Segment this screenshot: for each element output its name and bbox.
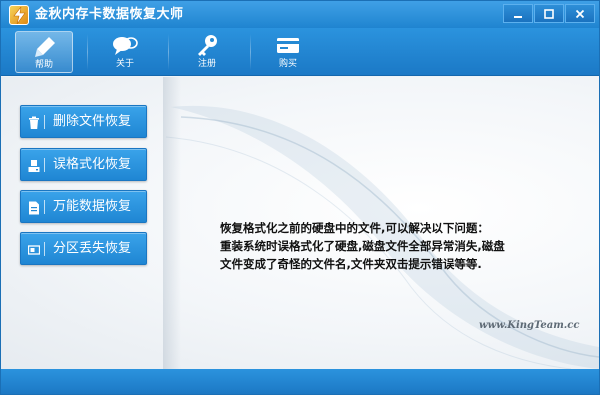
pen-brush-icon [32, 35, 58, 59]
description-text: 恢复格式化之前的硬盘中的文件,可以解决以下问题： 重装系统时误格式化了硬盘,磁盘… [220, 219, 555, 273]
sidebar-divider [163, 77, 181, 369]
button-separator [44, 115, 45, 129]
partition-recovery-label: 分区丢失恢复 [53, 241, 132, 256]
delete-recovery-label: 删除文件恢复 [53, 114, 132, 129]
toolbar-about-label: 关于 [115, 59, 134, 69]
toolbar-register-label: 注册 [197, 59, 216, 69]
toolbar: 帮助 关于 注册 购买 [1, 28, 599, 76]
toolbar-help-button[interactable]: 帮助 [15, 31, 73, 73]
description-line: 重装系统时误格式化了硬盘,磁盘文件全部异常消失,磁盘 [220, 239, 505, 253]
document-icon [28, 200, 40, 215]
format-recovery-button[interactable]: 误格式化恢复 [20, 148, 147, 181]
description-line: 恢复格式化之前的硬盘中的文件,可以解决以下问题： [220, 221, 489, 235]
toolbar-separator [87, 34, 88, 70]
partition-recovery-button[interactable]: 分区丢失恢复 [20, 232, 147, 265]
toolbar-about-button[interactable]: 关于 [96, 31, 154, 73]
app-logo-icon [9, 5, 29, 25]
main-panel: 删除文件恢复 误格式化恢复 万能数据恢复 分区丢失恢复 恢复格式化之前的硬盘中的… [1, 77, 599, 369]
maximize-button[interactable] [534, 4, 564, 23]
minimize-button[interactable] [503, 4, 533, 23]
close-button[interactable] [565, 4, 595, 23]
trash-icon [28, 115, 40, 129]
maximize-icon [544, 4, 554, 23]
button-separator [44, 158, 45, 172]
window-title: 金秋内存卡数据恢复大师 [35, 7, 184, 22]
toolbar-separator [250, 34, 251, 70]
toolbar-buy-button[interactable]: 购买 [259, 31, 317, 73]
toolbar-register-button[interactable]: 注册 [178, 31, 236, 73]
chat-bubbles-icon [112, 34, 138, 58]
toolbar-buy-label: 购买 [278, 59, 297, 69]
format-recovery-label: 误格式化恢复 [53, 157, 132, 172]
app-window: 金秋内存卡数据恢复大师 帮助 关于 注册 购买 删除文件恢复 误格式化恢复 万能… [0, 0, 600, 395]
button-separator [44, 200, 45, 214]
delete-recovery-button[interactable]: 删除文件恢复 [20, 105, 147, 138]
toolbar-separator [168, 34, 169, 70]
universal-recovery-button[interactable]: 万能数据恢复 [20, 190, 147, 223]
card-icon [275, 34, 301, 58]
partition-icon [27, 242, 41, 256]
window-controls [502, 4, 595, 23]
close-icon [575, 4, 585, 23]
minimize-icon [513, 4, 523, 23]
status-bar [1, 369, 599, 394]
key-icon [194, 34, 220, 58]
website-watermark: www.KingTeam.cc [479, 320, 580, 331]
description-line: 文件变成了奇怪的文件名,文件夹双击提示错误等等. [220, 257, 482, 271]
toolbar-help-label: 帮助 [34, 60, 53, 70]
title-bar[interactable]: 金秋内存卡数据恢复大师 [1, 1, 599, 28]
universal-recovery-label: 万能数据恢复 [53, 199, 132, 214]
button-separator [44, 242, 45, 256]
disk-icon [28, 158, 40, 172]
